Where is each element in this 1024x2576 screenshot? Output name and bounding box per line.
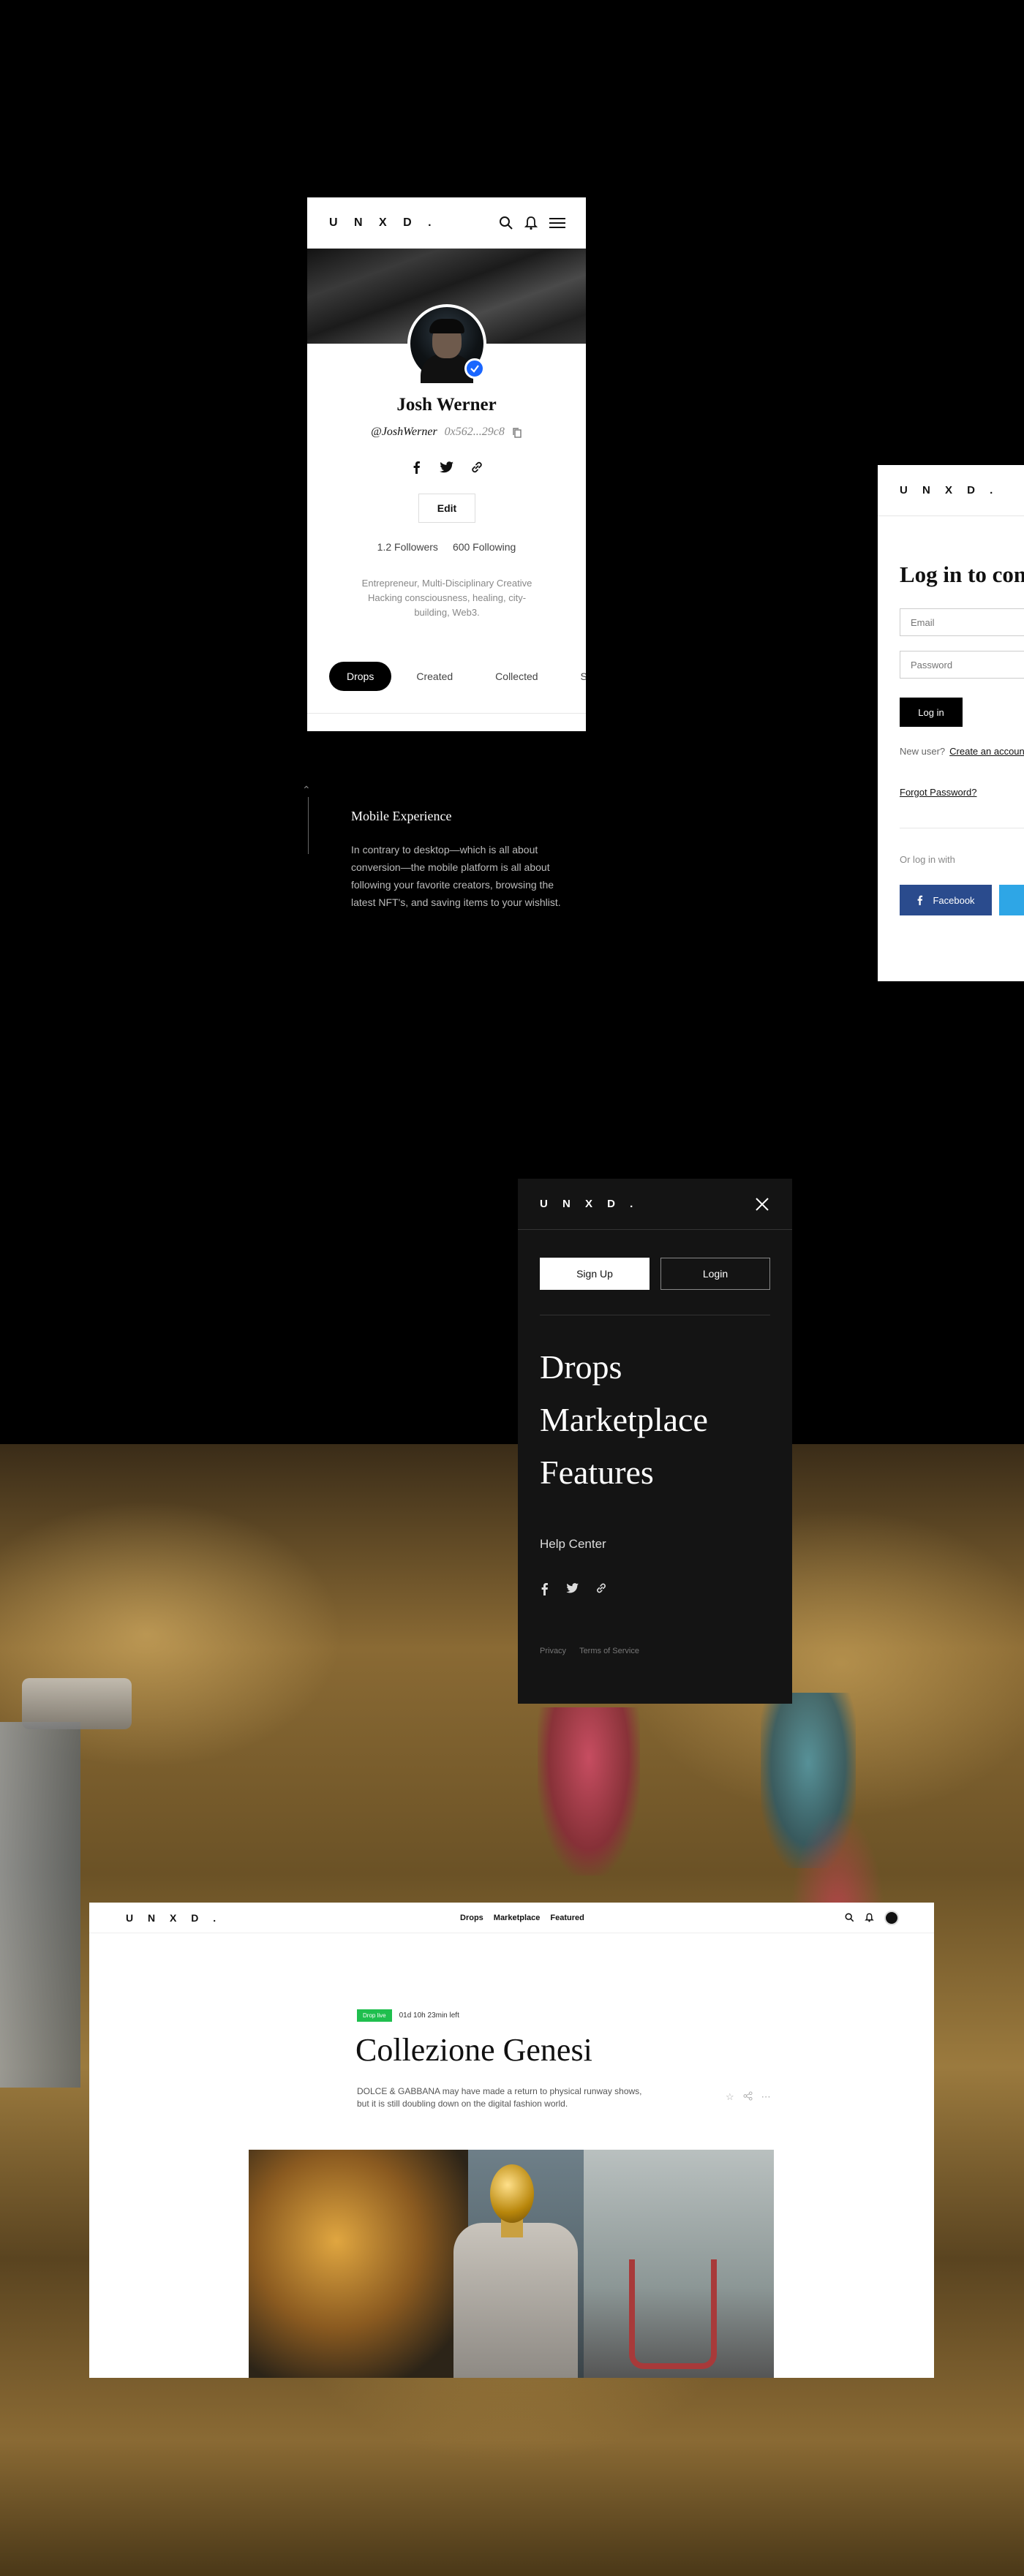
- facebook-login-button[interactable]: Facebook: [900, 885, 992, 915]
- followers-count[interactable]: 1.2 Followers: [377, 541, 438, 553]
- menu-header: U N X D .: [518, 1179, 792, 1230]
- facebook-icon: [918, 895, 923, 905]
- new-user-row: New user? Create an account: [900, 746, 1024, 757]
- desktop-nav: Drops Marketplace Featured: [460, 1903, 584, 1933]
- time-left: 01d 10h 23min left: [399, 2012, 459, 2020]
- help-center-link[interactable]: Help Center: [540, 1537, 606, 1552]
- twitter-login-button[interactable]: [999, 885, 1024, 915]
- password-field[interactable]: [900, 651, 1024, 679]
- wallet-address: 0x562...29c8: [444, 426, 505, 438]
- signup-button[interactable]: Sign Up: [540, 1258, 650, 1290]
- menu-icon[interactable]: [549, 216, 566, 230]
- star-icon[interactable]: ☆: [726, 2091, 734, 2103]
- desktop-header-icons: [845, 1910, 899, 1925]
- login-button[interactable]: Log in: [900, 698, 963, 727]
- bell-icon[interactable]: [865, 1913, 874, 1922]
- following-count[interactable]: 600 Following: [453, 541, 516, 553]
- profile-bio: Entrepreneur, Multi-Disciplinary Creativ…: [361, 578, 532, 618]
- caption-title: Mobile Experience: [351, 809, 452, 823]
- drop-actions: ☆ ⋯: [726, 2091, 771, 2103]
- caption-text: In contrary to desktop—which is all abou…: [351, 844, 561, 908]
- share-icon[interactable]: [743, 2091, 753, 2101]
- profile-handle-row: @JoshWerner 0x562...29c8: [307, 426, 586, 439]
- menu-item-drops[interactable]: Drops: [540, 1341, 708, 1394]
- caption-line: [308, 797, 309, 854]
- facebook-icon[interactable]: [410, 461, 423, 474]
- logo[interactable]: U N X D .: [540, 1198, 639, 1210]
- tab-collected[interactable]: Collected: [478, 662, 555, 691]
- drop-description: DOLCE & GABBANA may have made a return t…: [357, 2086, 642, 2109]
- tab-created[interactable]: Created: [399, 662, 470, 691]
- mobile-menu: U N X D . Sign Up Login Drops Marketplac…: [518, 1179, 792, 1704]
- drop-title: Collezione Genesi: [355, 2032, 592, 2068]
- profile-stats: 1.2 Followers 600 Following: [307, 541, 586, 553]
- bell-icon[interactable]: [524, 216, 538, 230]
- profile-handle: @JoshWerner: [371, 426, 437, 438]
- mobile-profile-screen: U N X D . Josh Werner @JoshWerner 0x562.…: [307, 197, 586, 731]
- login-button[interactable]: Login: [660, 1258, 770, 1290]
- search-icon[interactable]: [845, 1913, 854, 1922]
- more-icon[interactable]: ⋯: [761, 2091, 771, 2103]
- logo[interactable]: U N X D .: [329, 216, 438, 230]
- login-screen: U N X D . Log in to continue Log in New …: [878, 465, 1024, 981]
- profile-name: Josh Werner: [396, 395, 497, 415]
- nav-drops[interactable]: Drops: [460, 1914, 483, 1922]
- mobile-header: U N X D .: [307, 197, 586, 249]
- tab-saved[interactable]: Saved: [563, 662, 586, 691]
- avatar[interactable]: [884, 1910, 899, 1925]
- drop-status-row: Drop live 01d 10h 23min left: [357, 2009, 459, 2022]
- terms-link[interactable]: Terms of Service: [579, 1647, 639, 1655]
- menu-legal-links: Privacy Terms of Service: [540, 1647, 639, 1655]
- nav-marketplace[interactable]: Marketplace: [494, 1914, 541, 1922]
- chevron-up-icon: ⌃: [302, 784, 311, 796]
- profile-tabs: Drops Created Collected Saved: [329, 662, 586, 691]
- profile-social-links: [307, 461, 586, 474]
- forgot-password-link[interactable]: Forgot Password?: [900, 787, 977, 798]
- menu-social-links: [540, 1582, 607, 1595]
- link-icon[interactable]: [470, 461, 483, 474]
- edit-profile-button[interactable]: Edit: [418, 494, 475, 523]
- menu-item-marketplace[interactable]: Marketplace: [540, 1394, 708, 1446]
- copy-icon[interactable]: [512, 427, 522, 439]
- new-user-label: New user?: [900, 746, 946, 757]
- twitter-icon[interactable]: [566, 1582, 579, 1594]
- desktop-header: U N X D . Drops Marketplace Featured: [89, 1903, 934, 1933]
- menu-item-features[interactable]: Features: [540, 1446, 708, 1499]
- logo[interactable]: U N X D .: [900, 484, 998, 496]
- verified-badge-icon: [464, 358, 485, 379]
- twitter-icon[interactable]: [439, 461, 454, 474]
- facebook-icon[interactable]: [540, 1582, 550, 1595]
- menu-nav: Drops Marketplace Features: [540, 1341, 708, 1499]
- create-account-link[interactable]: Create an account: [949, 746, 1024, 757]
- tab-drops[interactable]: Drops: [329, 662, 392, 691]
- logo[interactable]: U N X D .: [126, 1912, 222, 1924]
- divider: [307, 713, 586, 714]
- search-icon[interactable]: [499, 216, 513, 230]
- drop-hero-image: [249, 2150, 774, 2378]
- or-login-label: Or log in with: [900, 854, 955, 865]
- facebook-label: Facebook: [933, 894, 975, 906]
- menu-auth-buttons: Sign Up Login: [540, 1258, 770, 1290]
- link-icon[interactable]: [595, 1582, 607, 1594]
- email-field[interactable]: [900, 608, 1024, 636]
- login-title: Log in to continue: [900, 562, 1024, 587]
- desktop-drop-page: U N X D . Drops Marketplace Featured Dro…: [89, 1903, 934, 2378]
- close-icon[interactable]: [754, 1196, 770, 1212]
- avatar: [407, 304, 486, 383]
- login-header: U N X D .: [878, 465, 1024, 516]
- nav-featured[interactable]: Featured: [550, 1914, 584, 1922]
- live-badge: Drop live: [357, 2009, 392, 2022]
- privacy-link[interactable]: Privacy: [540, 1647, 566, 1655]
